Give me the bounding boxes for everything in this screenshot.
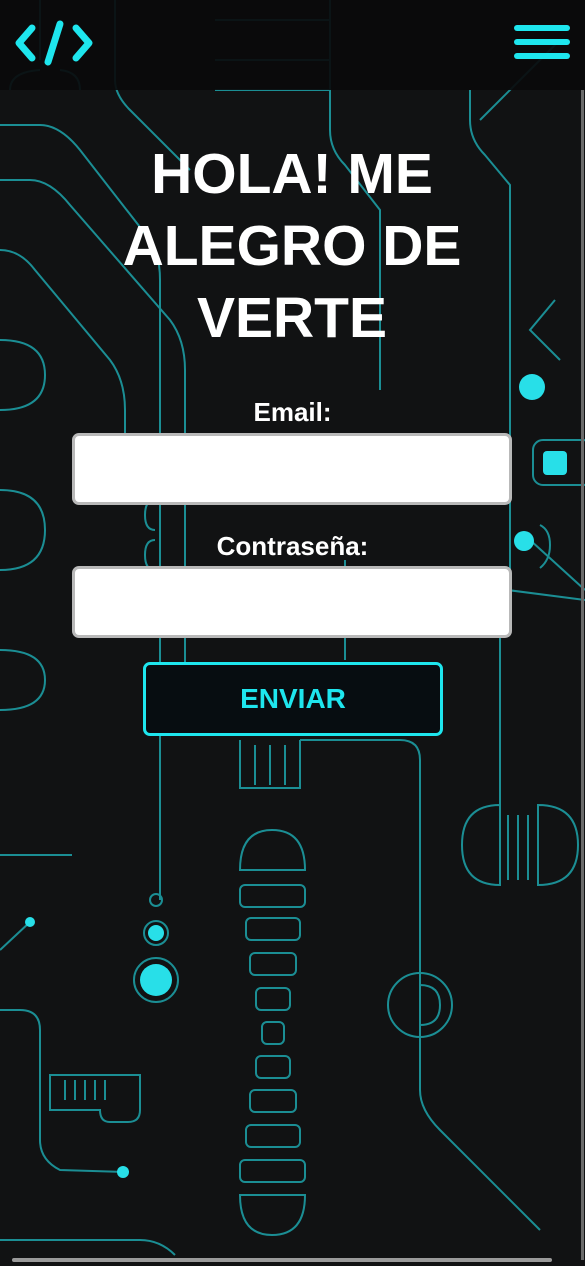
email-label: Email:: [253, 397, 332, 427]
password-label: Contraseña:: [216, 531, 369, 561]
code-brackets-icon[interactable]: [14, 18, 94, 68]
top-navigation-bar: [0, 0, 585, 90]
email-field[interactable]: [72, 433, 512, 505]
submit-button[interactable]: ENVIAR: [143, 662, 443, 736]
password-field[interactable]: [72, 566, 512, 638]
home-indicator: [12, 1258, 552, 1262]
page-title: HOLA! ME ALEGRO DE VERTE: [122, 142, 462, 350]
hamburger-menu-icon[interactable]: [512, 22, 572, 62]
scrollbar[interactable]: [581, 90, 584, 1260]
